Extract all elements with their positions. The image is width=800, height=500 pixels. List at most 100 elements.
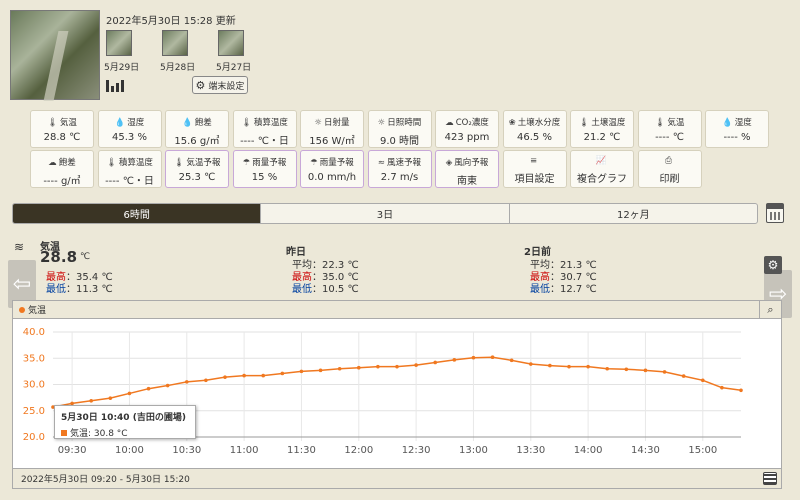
thumbnail-day-3[interactable] xyxy=(218,30,244,56)
tile-solar-radiation[interactable]: ☼ 日射量 156 W/㎡ xyxy=(300,110,364,148)
two-days-min-value: ：12.7 ℃ xyxy=(550,284,597,295)
min-label: 最低 xyxy=(292,284,312,295)
data-point xyxy=(318,368,323,373)
droplet-icon: 💧 xyxy=(114,118,126,128)
thumbnail-day-2[interactable] xyxy=(162,30,188,56)
tile-label: 💧 湿度 xyxy=(99,116,161,128)
tile-value: 45.3 % xyxy=(112,132,147,143)
tile-saturation-deficit-2[interactable]: ☁ 飽差 ---- g/㎥ xyxy=(30,150,94,188)
data-point xyxy=(146,386,151,391)
tile-saturation-deficit[interactable]: 💧 飽差 15.6 g/㎥ xyxy=(165,110,229,148)
tile-air-temp[interactable]: 🌡 気温 28.8 ℃ xyxy=(30,110,94,148)
tile-wind-dir-forecast[interactable]: ◈ 風向予報南東 xyxy=(435,150,499,188)
signal-strength-icon xyxy=(106,78,128,92)
sun-icon: ☼ xyxy=(377,118,386,128)
droplet-icon: 💧 xyxy=(722,118,733,128)
data-point xyxy=(184,380,189,384)
tile-accumulated-temp[interactable]: 🌡 積算温度 ---- ℃・日 xyxy=(232,110,297,148)
tooltip-value: 気温: 30.8 °C xyxy=(70,429,128,439)
tile-label: 🌡 気温 xyxy=(639,116,701,128)
data-point xyxy=(471,355,476,360)
x-tick-label: 15:00 xyxy=(688,445,717,456)
thermometer-icon: 🌡 xyxy=(654,118,666,128)
tile-label: 🌡 積算温度 xyxy=(234,116,296,128)
tile-composite-graph[interactable]: 📈 複合グラフ xyxy=(570,150,634,188)
data-point xyxy=(108,396,113,400)
tile-label-text: 雨量予報 xyxy=(319,158,354,168)
tile-value: 印刷 xyxy=(659,174,680,185)
tab-12-months[interactable]: 12ヶ月 xyxy=(508,204,757,223)
tile-label: ☂ 雨量予報 xyxy=(234,156,296,168)
terminal-settings-button[interactable]: ⚙ 端末設定 xyxy=(192,76,248,94)
tile-print[interactable]: ⎙ 印刷 xyxy=(637,150,702,188)
thermometer-icon: ≋ xyxy=(14,240,25,254)
tile-label-text: 日射量 xyxy=(324,118,350,128)
list-icon: ≡ xyxy=(529,156,538,166)
table-view-icon[interactable] xyxy=(763,472,777,485)
tile-air-temp-2[interactable]: 🌡 気温 ---- ℃ xyxy=(637,110,702,148)
terminal-settings-label: 端末設定 xyxy=(208,81,245,92)
tile-value: 28.8 ℃ xyxy=(43,132,81,143)
tile-label: ☼ 日射量 xyxy=(301,116,363,128)
tile-label: 💧 湿度 xyxy=(706,116,768,128)
data-point xyxy=(509,358,514,363)
tile-value: 南東 xyxy=(457,176,477,187)
data-point xyxy=(624,367,629,372)
calendar-icon[interactable] xyxy=(766,203,784,223)
chart-range: 2022年5月30日 09:20 - 5月30日 15:20 xyxy=(21,475,190,485)
thermometer-icon: 🌡 xyxy=(578,118,590,128)
data-point xyxy=(414,363,418,367)
data-point xyxy=(433,360,438,365)
y-tick-label: 25.0 xyxy=(23,406,45,417)
tile-humidity[interactable]: 💧 湿度 45.3 % xyxy=(97,110,162,148)
y-tick-label: 35.0 xyxy=(23,353,45,364)
tile-label-text: 積算温度 xyxy=(118,158,153,168)
data-point xyxy=(337,366,342,371)
chart-settings-gear-icon[interactable]: ⚙ xyxy=(764,256,782,274)
tile-humidity-2[interactable]: 💧 湿度 ---- % xyxy=(705,110,769,148)
x-tick-label: 12:30 xyxy=(402,445,431,456)
thumbnail-day-1[interactable] xyxy=(106,30,132,56)
tile-precip-forecast[interactable]: ☂ 雨量予報 0.0 mm/h xyxy=(300,150,364,188)
tile-soil-moisture[interactable]: ❀ 土壌水分度 46.5 % xyxy=(502,110,567,148)
tile-label: ◈ 風向予報 xyxy=(436,156,498,168)
tile-label: ☁ CO₂濃度 xyxy=(436,116,498,128)
period-tabs: 6時間 3日 12ヶ月 xyxy=(12,203,758,224)
data-point xyxy=(395,364,399,369)
tab-3-days[interactable]: 3日 xyxy=(260,204,508,223)
cloud-icon: ☁ xyxy=(445,118,454,128)
tile-wind-speed-forecast[interactable]: ≈ 風速予報 2.7 m/s xyxy=(367,150,432,188)
tile-value: 複合グラフ xyxy=(577,174,627,185)
data-point xyxy=(643,368,648,373)
data-point xyxy=(739,388,743,393)
tab-6-hours[interactable]: 6時間 xyxy=(13,204,261,223)
tile-accumulated-temp-2[interactable]: 🌡 積算温度 ---- ℃・日 xyxy=(97,150,162,188)
tile-label: 🌡 土壌温度 xyxy=(571,116,633,128)
tile-value: ---- ℃ xyxy=(655,132,684,143)
x-tick-label: 14:30 xyxy=(631,445,660,456)
gear-icon: ⚙ xyxy=(195,78,206,92)
legend-series-label: 気温 xyxy=(28,306,47,316)
tile-value: 9.0 時間 xyxy=(379,136,420,147)
tile-value: 2.7 m/s xyxy=(380,172,419,183)
x-tick-label: 12:00 xyxy=(344,445,373,456)
tile-item-settings[interactable]: ≡ 項目設定 xyxy=(502,150,567,188)
tile-label-text: 雨量予報 xyxy=(252,158,287,168)
search-icon[interactable]: ⌕ xyxy=(759,301,781,319)
tile-co2[interactable]: ☁ CO₂濃度 423 ppm xyxy=(435,110,499,148)
tile-label-text: 湿度 xyxy=(127,118,145,128)
data-point xyxy=(165,383,170,388)
tile-temp-forecast[interactable]: 🌡 気温予報 25.3 ℃ xyxy=(165,150,229,188)
latest-camera-image[interactable] xyxy=(10,10,100,100)
tile-sunshine-hours[interactable]: ☼ 日照時間 9.0 時間 xyxy=(367,110,432,148)
tile-value: 0.0 mm/h xyxy=(307,172,357,183)
tile-rain-forecast[interactable]: ☂ 雨量予報 15 % xyxy=(232,150,297,188)
x-tick-label: 10:00 xyxy=(115,445,144,456)
tile-value: 21.2 ℃ xyxy=(583,132,621,143)
tile-value: ---- ℃・日 xyxy=(240,136,289,147)
printer-icon: ⎙ xyxy=(665,156,672,166)
tile-soil-temp[interactable]: 🌡 土壌温度 21.2 ℃ xyxy=(570,110,634,148)
tile-label-text: 気温 xyxy=(59,118,77,128)
tile-value: ---- g/㎥ xyxy=(43,176,81,187)
thermometer-icon: 🌡 xyxy=(47,118,58,128)
